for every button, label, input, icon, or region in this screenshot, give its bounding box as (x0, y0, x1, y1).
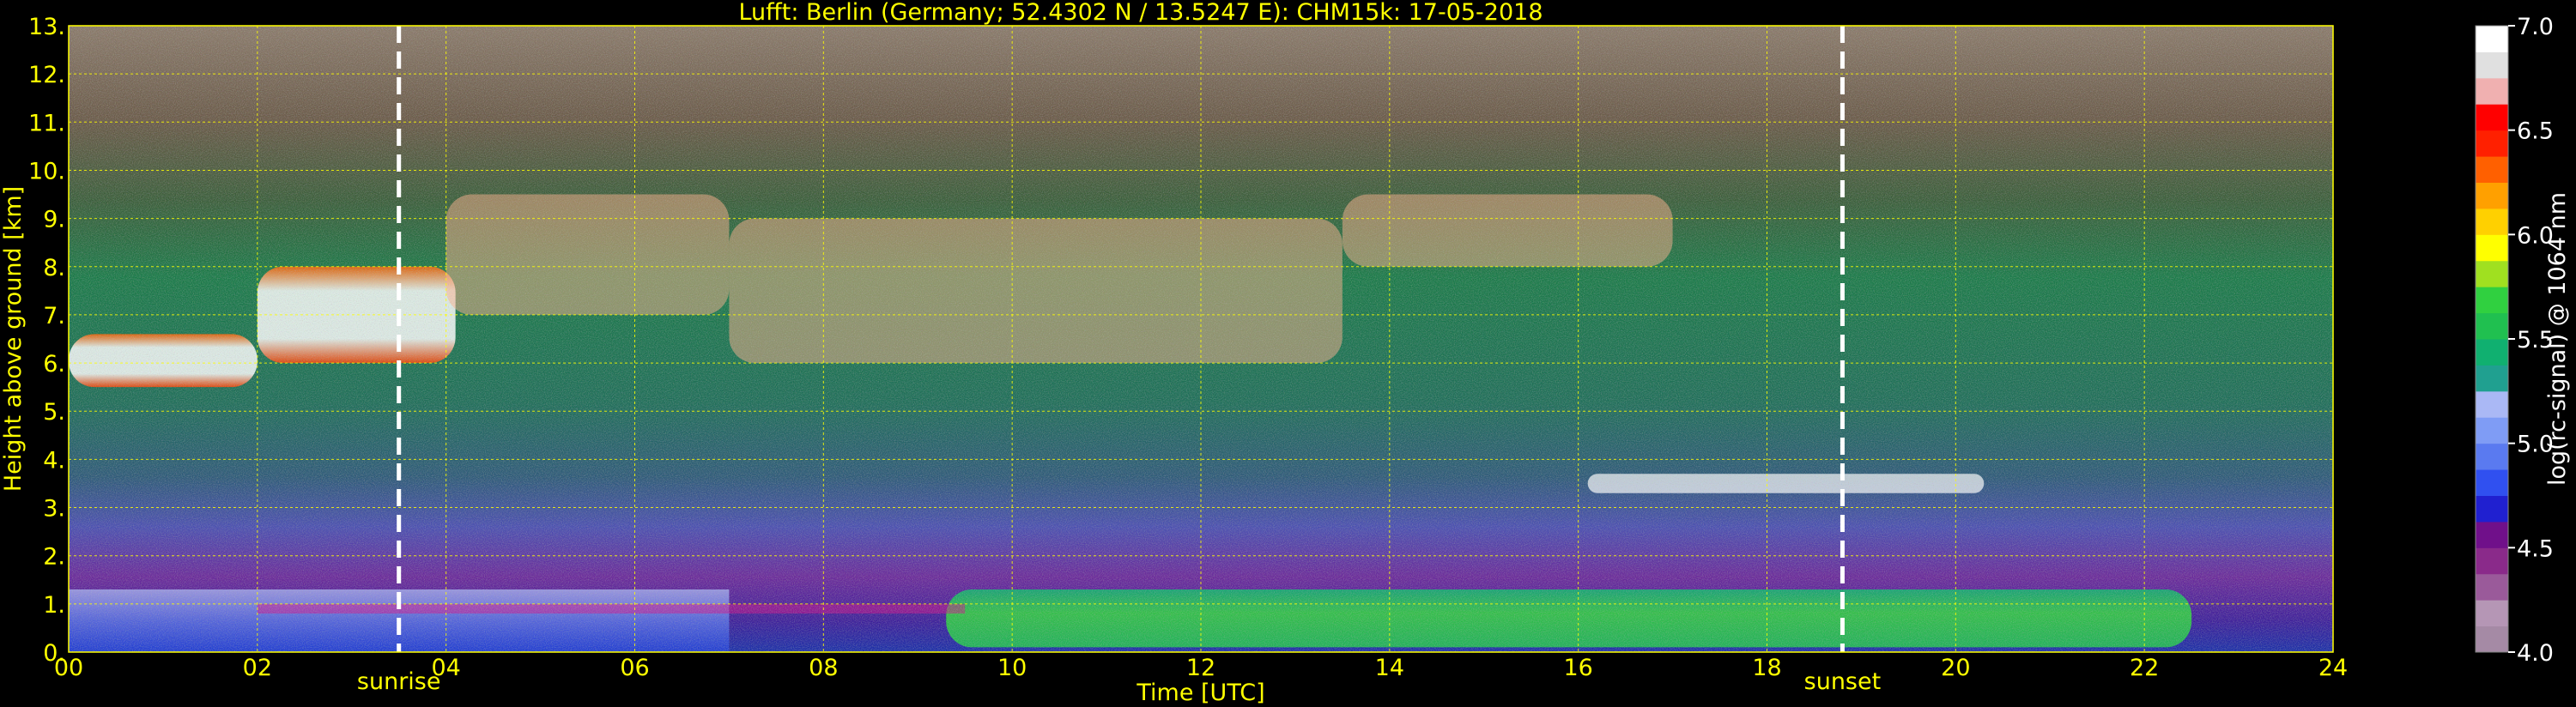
y-tick-label: 12. (28, 62, 65, 88)
marker-label-sunset: sunset (1804, 668, 1882, 695)
colorbar-segment (2476, 104, 2508, 131)
colorbar-segment (2476, 521, 2508, 548)
y-tick-label: 5. (43, 399, 65, 426)
x-tick-label: 16 (1563, 655, 1592, 681)
x-tick-label: 14 (1375, 655, 1404, 681)
colorbar-segment (2476, 547, 2508, 575)
x-tick-label: 08 (809, 655, 838, 681)
x-axis-label: Time [UTC] (1136, 680, 1264, 706)
colorbar-segment (2476, 625, 2508, 653)
colorbar (2475, 25, 2509, 653)
colorbar-segment (2476, 443, 2508, 470)
y-tick-label: 13. (28, 14, 65, 40)
x-tick-label: 22 (2130, 655, 2159, 681)
y-tick-label: 2. (43, 544, 65, 571)
colorbar-segment (2476, 26, 2508, 52)
colorbar-segment (2476, 77, 2508, 105)
ceilometer-chart: sunrise sunset 00 02 04 06 08 10 12 14 16 18 20 22 24… (0, 0, 2571, 706)
x-tick-label: 10 (997, 655, 1027, 681)
x-tick-label: 04 (431, 655, 460, 681)
x-tick-label: 06 (620, 655, 649, 681)
colorbar-tick-label: 6.5 (2517, 118, 2554, 145)
y-tick-label: 1. (43, 592, 65, 619)
y-tick-label: 4. (43, 447, 65, 474)
colorbar-segment (2476, 312, 2508, 340)
colorbar-tick-label: 7.0 (2517, 14, 2554, 40)
colorbar-label: log(rc-signal) @ 1064 nm (2544, 192, 2571, 486)
colorbar-segment (2476, 365, 2508, 392)
y-tick-label: 6. (43, 351, 65, 378)
colorbar-segment (2476, 51, 2508, 79)
colorbar-segment (2476, 495, 2508, 523)
x-tick-label: 24 (2318, 655, 2348, 681)
x-tick-label: 20 (1941, 655, 1970, 681)
colorbar-tick-label: 4.0 (2517, 640, 2554, 667)
y-axis-ticks: 0. 1. 2. 3. 4. 5. 6. 7. 8. 9. 10. 11. 12. 13. (28, 14, 65, 667)
x-tick-label: 12 (1186, 655, 1215, 681)
y-tick-label: 8. (43, 255, 65, 281)
colorbar-segment (2476, 417, 2508, 444)
colorbar-segment (2476, 130, 2508, 157)
colorbar-segment (2476, 208, 2508, 235)
colorbar-segment (2476, 287, 2508, 314)
marker-label-sunrise: sunrise (357, 668, 441, 695)
y-tick-label: 11. (28, 110, 65, 136)
colorbar-segment (2476, 182, 2508, 209)
colorbar-segment (2476, 573, 2508, 601)
colorbar-segment (2476, 469, 2508, 496)
colorbar-tick-label: 4.5 (2517, 535, 2554, 562)
y-axis-label: Height above ground [km] (0, 186, 27, 492)
y-tick-label: 0. (43, 640, 65, 667)
y-tick-label: 7. (43, 303, 65, 329)
x-tick-label: 18 (1752, 655, 1781, 681)
chart-title: Lufft: Berlin (Germany; 52.4302 N / 13.5… (738, 0, 1543, 26)
colorbar-segment (2476, 156, 2508, 183)
y-tick-label: 3. (43, 496, 65, 523)
colorbar-segment (2476, 600, 2508, 627)
colorbar-segment (2476, 390, 2508, 418)
x-tick-label: 02 (243, 655, 272, 681)
y-tick-label: 10. (28, 158, 65, 184)
colorbar-segment (2476, 234, 2508, 262)
colorbar-segment (2476, 339, 2508, 366)
y-tick-label: 9. (43, 207, 65, 233)
colorbar-segment (2476, 260, 2508, 287)
